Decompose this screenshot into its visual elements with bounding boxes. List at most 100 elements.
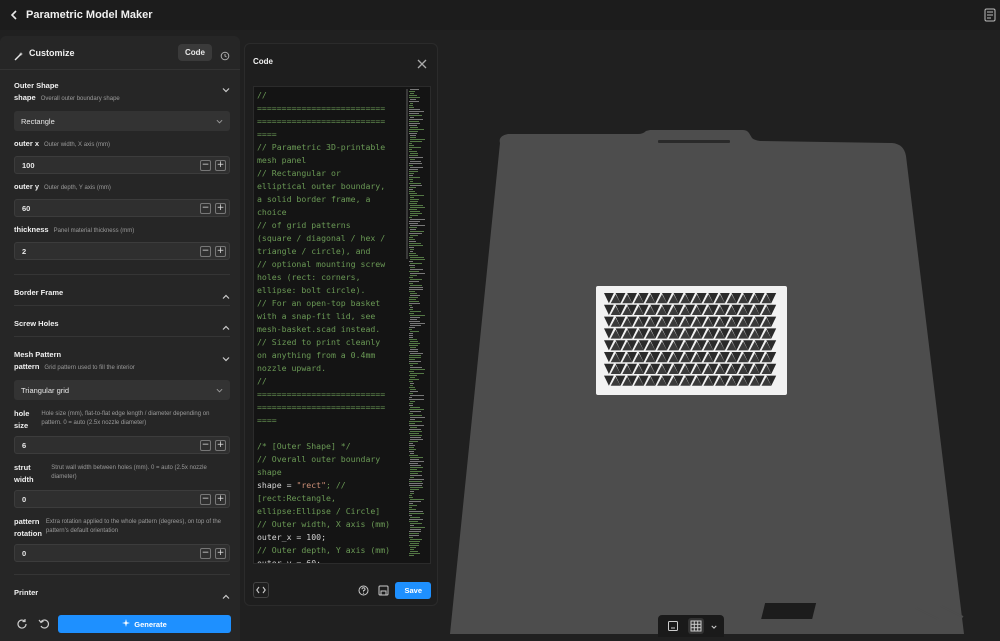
minimap-line [410, 389, 416, 390]
increment-button[interactable]: + [215, 245, 226, 257]
code-button[interactable]: Code [178, 44, 212, 61]
shape-select[interactable]: Rectangle [14, 111, 230, 131]
minimap-line [409, 509, 416, 510]
outer-x-input[interactable]: 100 − + [14, 156, 230, 174]
pattern-select[interactable]: Triangular grid [14, 380, 230, 400]
minimap-line [410, 153, 418, 154]
hole-size-input[interactable]: 6 − + [14, 436, 230, 454]
mesh-pattern-header[interactable]: Mesh Pattern [14, 347, 230, 362]
minimap-line [409, 109, 420, 110]
strut-width-input[interactable]: 0 − + [14, 490, 230, 508]
save-disk-icon[interactable] [375, 582, 391, 598]
chevron-down-icon[interactable] [711, 617, 717, 635]
increment-button[interactable]: + [215, 493, 226, 505]
minimap-line [410, 285, 422, 286]
minimap-line [409, 507, 412, 508]
thickness-input[interactable]: 2 − + [14, 242, 230, 260]
increment-button[interactable]: + [215, 159, 226, 171]
minimap-line [409, 381, 413, 382]
minimap-line [410, 99, 416, 100]
minimap-line [410, 195, 424, 196]
minimap-line [409, 345, 418, 346]
3d-viewport[interactable] [438, 30, 1000, 641]
close-icon[interactable] [417, 56, 427, 69]
left-panel-bottom-bar: Generate [14, 615, 231, 633]
minimap-line [410, 293, 417, 294]
minimap-line [409, 441, 418, 442]
increment-button[interactable]: + [215, 439, 226, 451]
decrement-button[interactable]: − [200, 202, 211, 214]
minimap-line [410, 477, 414, 478]
input-value: 0 [22, 494, 27, 504]
generate-button[interactable]: Generate [58, 615, 231, 633]
decrement-button[interactable]: − [200, 159, 211, 171]
undo-icon[interactable] [36, 616, 52, 632]
minimap-line [410, 401, 415, 402]
save-button[interactable]: Save [395, 581, 431, 599]
divider [14, 305, 230, 306]
code-line: outer_x = 100; [257, 532, 327, 542]
pattern-rotation-field-label: pattern rotation Extra rotation applied … [14, 516, 230, 540]
outer-shape-header[interactable]: Outer Shape [14, 78, 230, 93]
chevron-up-icon[interactable] [222, 288, 230, 299]
decrement-button[interactable]: − [200, 547, 211, 559]
minimap-line [410, 159, 415, 160]
border-frame-header[interactable]: Border Frame [14, 285, 230, 299]
minimap-line [409, 277, 413, 278]
printer-header[interactable]: Printer [14, 585, 230, 599]
minimap-line [410, 453, 414, 454]
increment-button[interactable]: + [215, 547, 226, 559]
minimap-line [409, 545, 419, 546]
minimap-line [409, 541, 420, 542]
increment-button[interactable]: + [215, 202, 226, 214]
code-line: // Sized to print cleanly [257, 337, 381, 347]
minimap-line [410, 369, 425, 370]
minimap-line [409, 193, 417, 194]
minimap-line [410, 377, 415, 378]
outer-y-input[interactable]: 60 − + [14, 199, 230, 217]
history-icon[interactable] [220, 48, 230, 60]
minimap-line [409, 355, 421, 356]
sparkle-icon [122, 619, 131, 629]
decrement-button[interactable]: − [200, 439, 211, 451]
minimap-line [409, 149, 412, 150]
chevron-down-icon[interactable] [222, 350, 230, 362]
code-line: // For an open-top basket [257, 298, 381, 308]
pattern-rotation-input[interactable]: 0 − + [14, 544, 230, 562]
grid-icon[interactable] [687, 618, 704, 634]
minimap-line [409, 337, 413, 338]
field-label: strut width [14, 463, 34, 484]
code-line: shape [257, 467, 282, 477]
minimap-line [409, 537, 413, 538]
document-icon[interactable] [984, 8, 996, 22]
minimap-line [409, 421, 422, 422]
screw-holes-header[interactable]: Screw Holes [14, 316, 230, 330]
chevron-down-icon[interactable] [222, 81, 230, 93]
minimap-line [410, 323, 425, 324]
minimap-line [410, 367, 422, 368]
code-panel-header: Code [245, 44, 437, 78]
minimap-line [409, 289, 423, 290]
minimap-line [409, 101, 419, 102]
minimap-line [410, 267, 415, 268]
code-line: a solid border frame, a [257, 194, 371, 204]
chevron-left-icon[interactable] [10, 10, 20, 20]
minimap-line [410, 551, 418, 552]
chevron-up-icon[interactable] [222, 319, 230, 330]
chevron-up-icon[interactable] [222, 588, 230, 599]
refresh-icon[interactable] [14, 616, 30, 632]
minimap-line [410, 383, 414, 384]
orthographic-view-icon[interactable] [665, 618, 681, 634]
help-icon[interactable] [355, 582, 371, 598]
decrement-button[interactable]: − [200, 245, 211, 257]
minimap-line [409, 265, 415, 266]
code-lines[interactable]: //========================== ============… [257, 89, 407, 563]
code-minimap[interactable] [408, 87, 426, 563]
minimap-line [409, 151, 417, 152]
minimap-line [410, 229, 416, 230]
decrement-button[interactable]: − [200, 493, 211, 505]
code-line: ellipse: bolt circle). [257, 285, 366, 295]
code-brackets-icon[interactable] [253, 582, 269, 598]
minimap-line [410, 527, 425, 528]
code-editor[interactable]: //========================== ============… [253, 86, 431, 564]
